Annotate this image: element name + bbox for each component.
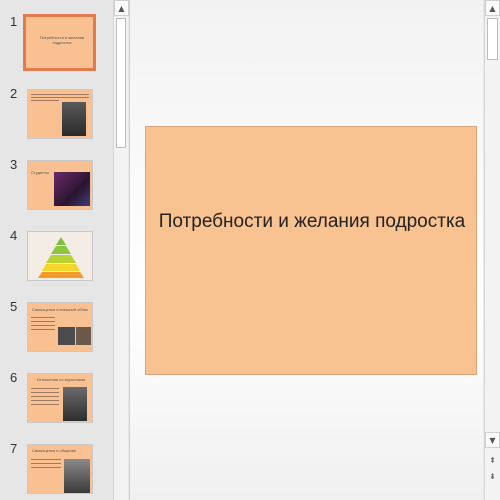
text-line: [31, 325, 55, 326]
scrollbar-thumb[interactable]: [487, 18, 498, 60]
scroll-up-button[interactable]: ▲: [114, 0, 129, 16]
thumbnail-row-3[interactable]: 3 Студенты: [0, 157, 113, 215]
slide-title[interactable]: Потребности и желания подростка: [146, 209, 478, 234]
scrollbar-thumb[interactable]: [116, 18, 126, 148]
text-line: [31, 94, 89, 95]
slide-thumbnail-4[interactable]: [27, 231, 93, 281]
slide-number: 3: [10, 157, 18, 172]
slide-number: 2: [10, 86, 18, 101]
text-line: [31, 459, 61, 460]
slide-number: 5: [10, 299, 18, 314]
text-line: [31, 100, 59, 101]
thumbnail-title: Самооценка и общение: [32, 448, 77, 453]
text-line: [31, 388, 59, 389]
slide-thumbnail-1[interactable]: Потребности и желания подростка: [23, 14, 96, 71]
double-arrow-up-icon: ⇞: [489, 455, 496, 465]
text-line: [31, 400, 59, 401]
editor-scrollbar[interactable]: ▲ ▼ ⇞ ⇟: [484, 0, 500, 500]
pyramid-thumbnail: [38, 237, 84, 278]
thumbnail-row-5[interactable]: 5 Самооценка и внешний облик: [0, 299, 113, 357]
thumbnail-title: Отношения со взрослыми: [36, 377, 86, 382]
thumbnail-title: Самооценка и внешний облик: [32, 307, 88, 312]
text-line: [31, 467, 61, 468]
text-line: [31, 463, 61, 464]
thumbnail-row-2[interactable]: 2: [0, 86, 113, 144]
arrow-up-icon: ▲: [118, 3, 125, 13]
double-arrow-down-icon: ⇟: [489, 471, 496, 481]
slide-thumbnail-2[interactable]: [27, 89, 93, 139]
slide-number: 1: [10, 14, 18, 29]
text-line: [31, 392, 59, 393]
slide-editor-area: Потребности и желания подростка: [129, 0, 483, 500]
arrow-down-icon: ▼: [489, 435, 496, 445]
photo-thumbnail: [76, 327, 91, 345]
photo-thumbnail: [63, 387, 87, 421]
text-line: [31, 97, 89, 98]
slide-thumbnail-5[interactable]: Самооценка и внешний облик: [27, 302, 93, 352]
thumbnails-scrollbar[interactable]: ▲: [113, 0, 129, 500]
slide-thumbnails-pane: 1 Потребности и желания подростка 2 3 Ст…: [0, 0, 113, 500]
text-line: [31, 317, 55, 318]
slide-number: 7: [10, 441, 18, 456]
next-slide-button[interactable]: ⇟: [485, 468, 500, 484]
arrow-up-icon: ▲: [489, 3, 496, 13]
text-line: [31, 404, 59, 405]
text-line: [31, 321, 55, 322]
thumbnail-title: Потребности и желания подростка: [39, 35, 85, 45]
photo-thumbnail: [64, 459, 90, 493]
photo-thumbnail: [58, 327, 75, 345]
previous-slide-button[interactable]: ⇞: [485, 452, 500, 468]
slide-number: 4: [10, 228, 18, 243]
thumbnail-row-6[interactable]: 6 Отношения со взрослыми: [0, 370, 113, 428]
slide-thumbnail-3[interactable]: Студенты: [27, 160, 93, 210]
photo-thumbnail: [54, 172, 90, 206]
text-line: [31, 329, 55, 330]
slide-thumbnail-7[interactable]: Самооценка и общение: [27, 444, 93, 494]
photo-thumbnail: [62, 102, 86, 136]
thumbnail-row-4[interactable]: 4: [0, 228, 113, 286]
text-line: [31, 396, 59, 397]
thumbnail-row-1[interactable]: 1 Потребности и желания подростка: [0, 14, 113, 72]
scroll-up-button[interactable]: ▲: [485, 0, 500, 16]
slide-number: 6: [10, 370, 18, 385]
scroll-down-button[interactable]: ▼: [485, 432, 500, 448]
thumbnail-row-7[interactable]: 7 Самооценка и общение: [0, 441, 113, 499]
slide-thumbnail-6[interactable]: Отношения со взрослыми: [27, 373, 93, 423]
current-slide[interactable]: Потребности и желания подростка: [145, 126, 477, 375]
